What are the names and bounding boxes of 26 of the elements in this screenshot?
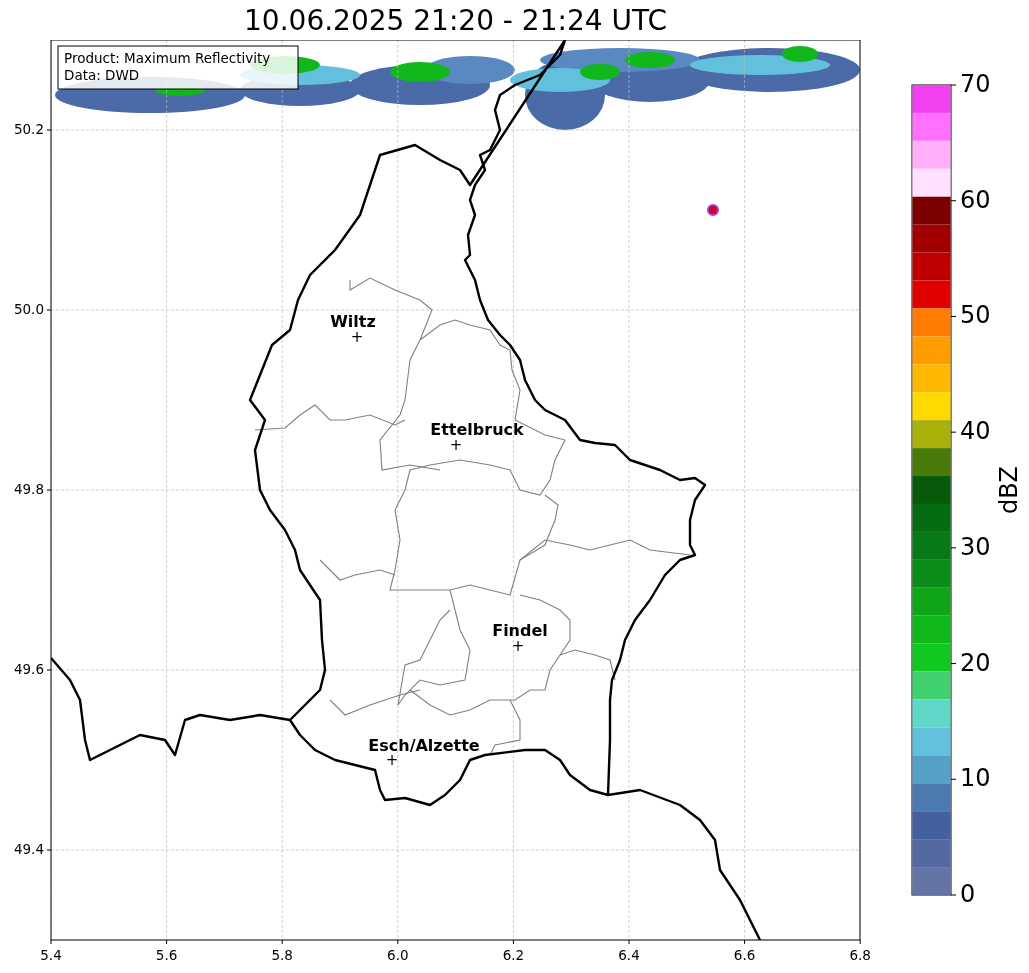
axis-tick-label: 5.4 [40, 947, 62, 963]
axis-tick-label: 49.6 [13, 661, 44, 677]
colorbar-tick-label: 70 [960, 70, 991, 98]
colorbar-tick-label: 20 [960, 648, 991, 677]
radar-echo-icon [707, 204, 719, 216]
axis-tick-label: 5.8 [271, 947, 293, 963]
colorbar-tick-label: 40 [960, 417, 991, 446]
info-text: Data: DWD [64, 67, 140, 83]
colorbar-tick-label: 60 [960, 185, 991, 214]
colorbar-tick-label: 0 [960, 880, 976, 908]
colorbar-tick-label: 10 [960, 764, 991, 793]
axis-tick-label: 49.8 [13, 481, 44, 497]
axis-tick-label: 50.2 [13, 121, 44, 137]
axis-tick-label: 6.0 [387, 947, 409, 963]
axis-tick-label: 50.0 [13, 301, 44, 317]
axis-tick-label: 49.4 [13, 841, 44, 857]
colorbar-tick-label: 30 [960, 532, 991, 561]
axis-tick-label: 5.6 [155, 947, 178, 963]
info-text: Product: Maximum Reflectivity [64, 50, 271, 66]
colorbar-label: dBZ [995, 465, 1023, 515]
chart-title: 10.06.2025 21:20 - 21:24 UTC [243, 3, 668, 39]
axis-tick-label: 6.6 [733, 947, 756, 963]
axis-tick-label: 6.4 [618, 947, 640, 963]
colorbar-tick-label: 50 [960, 301, 991, 330]
axis-tick-label: 6.8 [849, 947, 870, 963]
axis-tick-label: 6.2 [502, 947, 525, 963]
